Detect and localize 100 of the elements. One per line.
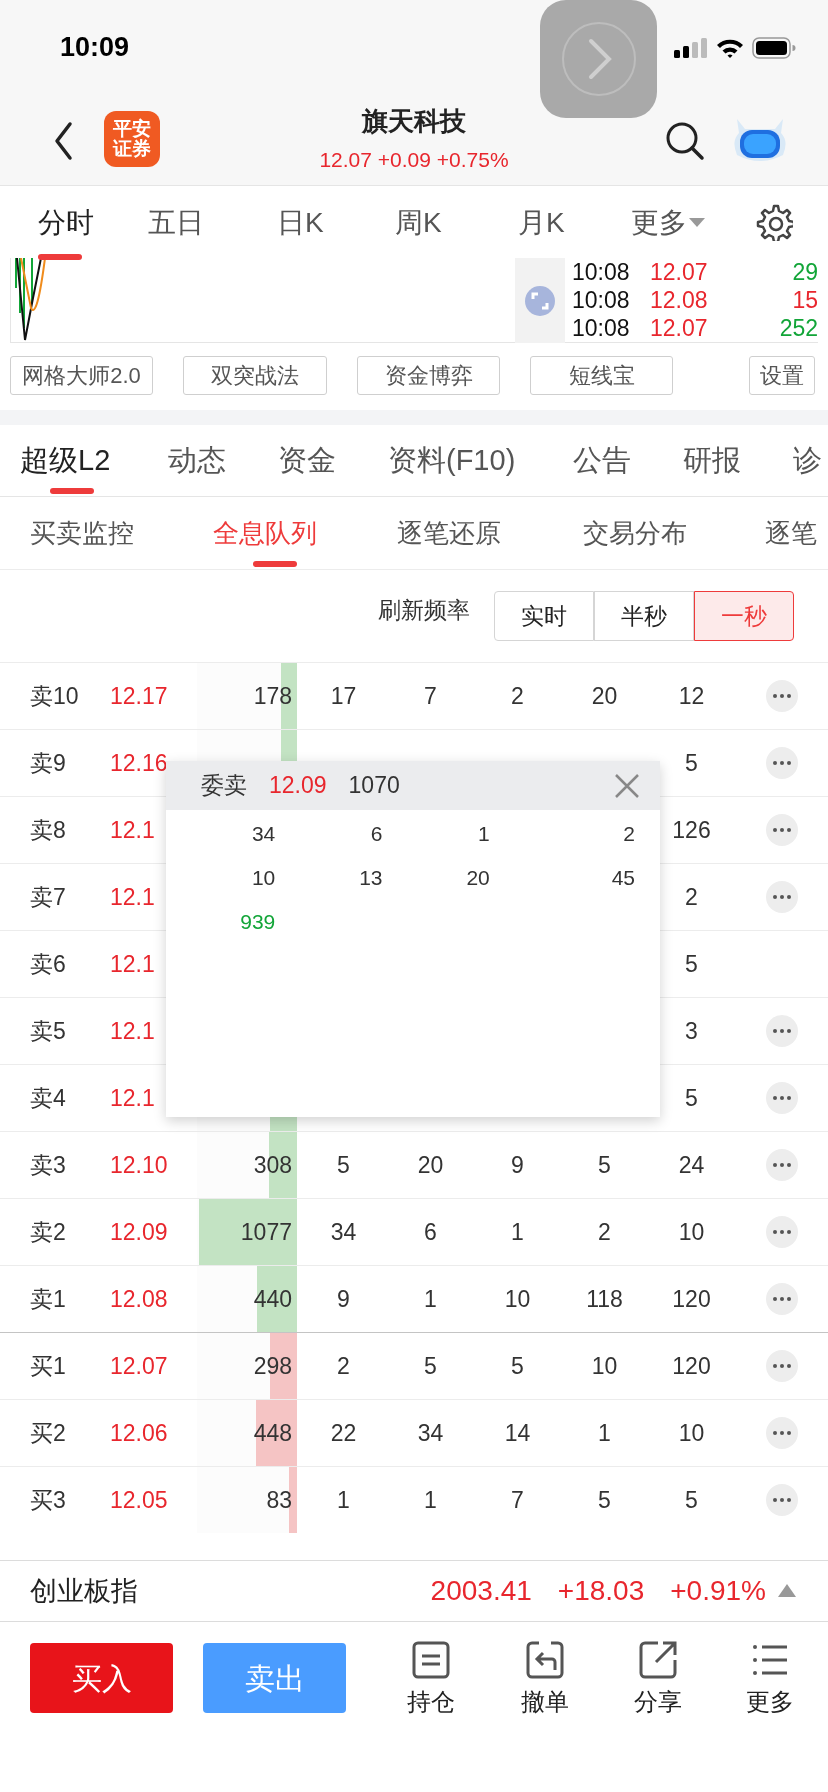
tick-volume: 15 bbox=[791, 286, 818, 314]
queue-order: 34 bbox=[251, 821, 276, 848]
index-change: +18.03 bbox=[557, 1574, 645, 1608]
popup-price: 12.09 bbox=[269, 771, 327, 801]
price-cell-text: 12.06 bbox=[110, 1418, 166, 1448]
more-button[interactable] bbox=[765, 1015, 798, 1047]
queue-order: 6 bbox=[370, 821, 383, 848]
chart-tab[interactable]: 更多 bbox=[631, 186, 705, 259]
more-button[interactable] bbox=[765, 747, 798, 779]
settings-icon[interactable] bbox=[755, 203, 793, 241]
price-cell-text: 12.1 bbox=[110, 815, 156, 845]
info-tab[interactable]: 资金 bbox=[278, 425, 336, 496]
order-cell-text: 10 bbox=[678, 1217, 705, 1247]
order-cell-text: 6 bbox=[424, 1217, 437, 1247]
stock-quote: 12.07 +0.09 +0.75% bbox=[318, 147, 510, 173]
dots-icon bbox=[772, 1096, 791, 1100]
info-tab[interactable]: 诊 bbox=[793, 425, 822, 496]
more-button[interactable] bbox=[765, 1283, 798, 1315]
info-tab[interactable]: 研报 bbox=[683, 425, 741, 496]
dots-icon bbox=[772, 761, 791, 765]
more-button[interactable] bbox=[765, 1350, 798, 1382]
order-cell-text: 1 bbox=[511, 1217, 524, 1247]
triangle-up-icon[interactable] bbox=[778, 1584, 796, 1598]
tool-button[interactable]: 短线宝 bbox=[530, 356, 673, 395]
refresh-option[interactable]: 半秒 bbox=[594, 591, 694, 641]
quantity-cell: 83 bbox=[266, 1486, 292, 1514]
dots-icon bbox=[772, 1230, 791, 1234]
more-button[interactable] bbox=[765, 1216, 798, 1248]
buy-button[interactable]: 买入 bbox=[30, 1643, 173, 1713]
info-tab[interactable]: 动态 bbox=[168, 425, 226, 496]
tick-volume: 29 bbox=[791, 258, 818, 286]
more-button[interactable] bbox=[765, 881, 798, 913]
tool-button[interactable]: 网格大师2.0 bbox=[10, 356, 153, 395]
more-button[interactable] bbox=[765, 1149, 798, 1181]
order-cell-text: 17 bbox=[330, 681, 357, 711]
tool-button[interactable]: 双突战法 bbox=[183, 356, 327, 395]
index-value: 2003.41 bbox=[430, 1574, 532, 1608]
tool-button[interactable]: 设置 bbox=[749, 356, 815, 395]
search-icon[interactable] bbox=[665, 121, 705, 161]
level-label: 卖8 bbox=[30, 815, 67, 845]
price-cell-text: 12.08 bbox=[110, 1284, 166, 1314]
more-button[interactable] bbox=[765, 680, 798, 712]
price-cell-text: 12.05 bbox=[110, 1485, 166, 1515]
close-icon[interactable] bbox=[614, 772, 640, 799]
dots-icon bbox=[772, 1029, 791, 1033]
tick-price: 12.07 bbox=[650, 258, 709, 286]
logo-text: 平安 bbox=[113, 119, 151, 139]
chart-tab[interactable]: 日K bbox=[277, 186, 324, 259]
queue-order: 45 bbox=[611, 865, 635, 892]
order-cell-text: 34 bbox=[330, 1217, 357, 1247]
order-cell-text: 9 bbox=[337, 1284, 350, 1314]
sub-tab[interactable]: 交易分布 bbox=[583, 497, 687, 569]
more-button[interactable] bbox=[765, 1082, 798, 1114]
level-label: 买1 bbox=[30, 1351, 67, 1381]
order-cell-text: 5 bbox=[685, 1083, 698, 1113]
chart-tab[interactable]: 周K bbox=[395, 186, 442, 259]
order-cell-text: 118 bbox=[586, 1284, 623, 1314]
chart-tab[interactable]: 月K bbox=[518, 186, 565, 259]
dots-icon bbox=[772, 1297, 791, 1301]
order-cell-text: 14 bbox=[504, 1418, 531, 1448]
order-cell-text: 2 bbox=[685, 882, 698, 912]
order-cell-text: 120 bbox=[672, 1284, 711, 1314]
info-tab[interactable]: 公告 bbox=[573, 425, 631, 496]
order-cell-text: 12 bbox=[678, 681, 705, 711]
more-button[interactable] bbox=[765, 1417, 798, 1449]
dots-icon bbox=[772, 1364, 791, 1368]
order-cell-text: 9 bbox=[511, 1150, 524, 1180]
more-button[interactable] bbox=[765, 814, 798, 846]
level-label: 买2 bbox=[30, 1418, 67, 1448]
popup-quantity: 1070 bbox=[348, 771, 401, 801]
price-cell-text: 12.09 bbox=[110, 1217, 166, 1247]
battery-icon bbox=[752, 36, 796, 59]
level-label: 卖9 bbox=[30, 748, 67, 778]
chevron-right-icon bbox=[560, 21, 637, 97]
sub-tab[interactable]: 逐笔还原 bbox=[397, 497, 501, 569]
tool-button[interactable]: 资金博弈 bbox=[357, 356, 500, 395]
sub-tab[interactable]: 买卖监控 bbox=[30, 497, 134, 569]
more-button[interactable] bbox=[765, 1484, 798, 1516]
info-tab[interactable]: 资料(F10) bbox=[388, 425, 516, 496]
dots-icon bbox=[772, 1431, 791, 1435]
chart-tab[interactable]: 五日 bbox=[148, 186, 204, 259]
quantity-cell: 440 bbox=[253, 1285, 292, 1313]
order-cell-text: 24 bbox=[678, 1150, 705, 1180]
level-label: 卖7 bbox=[30, 882, 67, 912]
dots-icon bbox=[772, 694, 791, 698]
quantity-cell: 298 bbox=[253, 1352, 292, 1380]
order-cell-text: 7 bbox=[424, 681, 437, 711]
sub-tab[interactable]: 逐笔 bbox=[765, 497, 817, 569]
document-icon bbox=[411, 1640, 451, 1680]
level-label: 卖5 bbox=[30, 1016, 67, 1046]
order-cell-text: 5 bbox=[685, 748, 698, 778]
logo-text: 证券 bbox=[113, 139, 151, 159]
chart-tab[interactable]: 分时 bbox=[38, 186, 94, 259]
info-tab[interactable]: 超级L2 bbox=[20, 425, 111, 496]
order-cell-text: 1 bbox=[424, 1284, 437, 1314]
refresh-option[interactable]: 实时 bbox=[494, 591, 594, 641]
order-cell-text: 126 bbox=[672, 815, 711, 845]
order-cell-text: 2 bbox=[511, 681, 524, 711]
sub-tab[interactable]: 全息队列 bbox=[213, 497, 317, 569]
queue-order: 20 bbox=[466, 865, 490, 892]
